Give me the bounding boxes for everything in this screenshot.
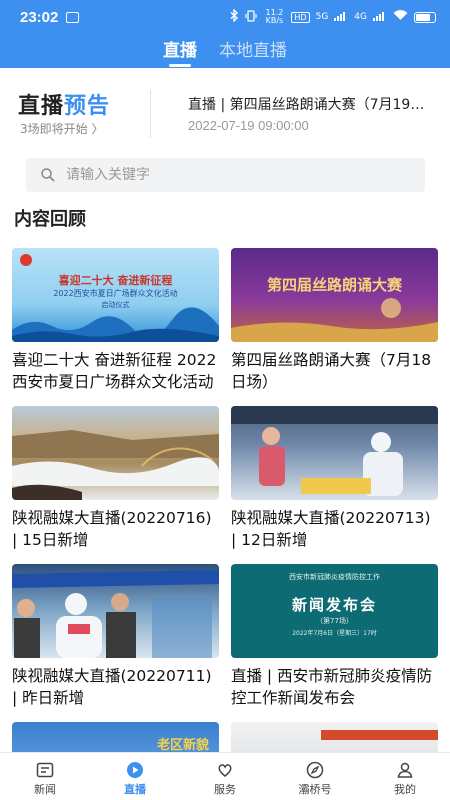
preview-title-accent: 预告 xyxy=(64,94,111,119)
thumbnail-image xyxy=(12,406,219,500)
thumbnail-image: 喜迎二十大 奋进新征程 2022西安市夏日广场群众文化活动 启动仪式 xyxy=(12,248,219,342)
thumb-caption-3: 启动仪式 xyxy=(101,301,130,309)
tab-local-live[interactable]: 本地直播 xyxy=(219,36,287,67)
card-title: 陕视融媒大直播(20220713) | 12日新增 xyxy=(231,509,431,549)
preview-upcoming-count[interactable]: 3场即将开始 〉 xyxy=(20,120,103,137)
nav-item-service[interactable]: 服务 xyxy=(180,753,270,800)
network-speed: 11.2 KB/s xyxy=(265,8,284,25)
card-title: 陕视融媒大直播(20220716) | 15日新增 xyxy=(12,509,212,549)
preview-event-time: 2022-07-19 09:00:00 xyxy=(188,118,309,133)
card-title: 第四届丝路朗诵大赛（7月18日场） xyxy=(231,351,432,391)
nav-label: 服务 xyxy=(214,783,236,796)
section-title-review: 内容回顾 xyxy=(14,209,86,230)
card-title: 直播 | 西安市新冠肺炎疫情防控工作新闻发布会 xyxy=(231,667,433,707)
preview-divider xyxy=(150,90,151,138)
nav-label: 我的 xyxy=(394,783,416,796)
thumbnail-image xyxy=(231,406,438,500)
nav-label: 灞桥号 xyxy=(298,783,332,796)
wifi-icon xyxy=(393,10,408,24)
nav-label: 直播 xyxy=(124,783,146,796)
compass-icon xyxy=(305,761,325,779)
nav-item-live[interactable]: 直播 xyxy=(90,753,180,800)
thumbnail-image xyxy=(12,564,219,658)
card-title: 陕视融媒大直播(20220711) | 昨日新增 xyxy=(12,667,212,707)
thumbnail-image: 西安市新冠肺炎疫情防控工作 新闻发布会 （第77场） 2022年7月6日（星期三… xyxy=(231,564,438,658)
review-card[interactable]: 陕视融媒大直播(20220713) | 12日新增 xyxy=(231,406,438,551)
review-card[interactable]: 陕视融媒大直播(20220716) | 15日新增 xyxy=(12,406,219,551)
review-card[interactable]: 西安市新冠肺炎疫情防控工作 新闻发布会 （第77场） 2022年7月6日（星期三… xyxy=(231,564,438,709)
preview-title-main: 直播 xyxy=(18,94,65,119)
search-bar[interactable] xyxy=(26,158,425,192)
card-title: 喜迎二十大 奋进新征程 2022西安市夏日广场群众文化活动 xyxy=(12,351,217,391)
top-tab-bar: 直播 本地直播 xyxy=(0,34,450,68)
thumb-caption-3: （第77场） xyxy=(316,617,353,625)
thumb-caption: 老区新貌 xyxy=(156,738,209,753)
preview-title[interactable]: 直播预告 xyxy=(18,88,110,120)
thumb-caption: 喜迎二十大 奋进新征程 xyxy=(58,274,173,287)
bluetooth-icon xyxy=(230,8,239,25)
profile-icon xyxy=(395,761,415,779)
network-4g-label: 4G xyxy=(354,12,367,22)
thumb-caption: 新闻发布会 xyxy=(291,596,377,614)
search-input[interactable] xyxy=(66,167,406,183)
signal-icon-2 xyxy=(373,10,387,24)
preview-event-title[interactable]: 直播 | 第四届丝路朗诵大赛（7月19日场） xyxy=(188,94,438,114)
news-icon xyxy=(35,761,55,779)
thumbnail-image: 第四届丝路朗诵大赛 xyxy=(231,248,438,342)
thumb-caption: 第四届丝路朗诵大赛 xyxy=(266,276,402,294)
nav-item-news[interactable]: 新闻 xyxy=(0,753,90,800)
search-icon xyxy=(40,167,56,183)
nav-item-baqiao[interactable]: 灞桥号 xyxy=(270,753,360,800)
nav-label: 新闻 xyxy=(34,783,56,796)
live-icon xyxy=(125,761,145,779)
tab-live[interactable]: 直播 xyxy=(163,36,197,67)
service-icon xyxy=(215,761,235,779)
review-card[interactable]: 第四届丝路朗诵大赛 第四届丝路朗诵大赛（7月18日场） xyxy=(231,248,438,393)
status-bar: 23:02 11.2 KB/s HD 5G 4G xyxy=(0,0,450,34)
thumb-caption-2: 西安市新冠肺炎疫情防控工作 xyxy=(289,573,380,581)
nav-item-mine[interactable]: 我的 xyxy=(360,753,450,800)
thumb-caption-2: 2022西安市夏日广场群众文化活动 xyxy=(53,289,178,298)
notification-icon xyxy=(66,11,80,23)
status-indicators: 11.2 KB/s HD 5G 4G xyxy=(230,8,436,25)
app-root: 23:02 11.2 KB/s HD 5G 4G 直播 本地直播 直播预告 3场… xyxy=(0,0,450,800)
network-5g-label: 5G xyxy=(315,12,329,22)
battery-icon xyxy=(414,11,436,23)
review-card[interactable]: 陕视融媒大直播(20220711) | 昨日新增 xyxy=(12,564,219,709)
review-card[interactable]: 喜迎二十大 奋进新征程 2022西安市夏日广场群众文化活动 启动仪式 喜迎二十大… xyxy=(12,248,219,393)
thumb-caption-4: 2022年7月6日（星期三）17时 xyxy=(292,630,377,637)
live-preview-panel: 直播预告 3场即将开始 〉 直播 | 第四届丝路朗诵大赛（7月19日场） 202… xyxy=(0,68,450,156)
signal-icon xyxy=(334,10,348,24)
bottom-nav: 新闻 直播 服务 灞桥号 我的 xyxy=(0,752,450,800)
status-time: 23:02 xyxy=(20,8,59,26)
vibrate-icon xyxy=(245,9,258,25)
hd-badge: HD xyxy=(291,11,310,23)
